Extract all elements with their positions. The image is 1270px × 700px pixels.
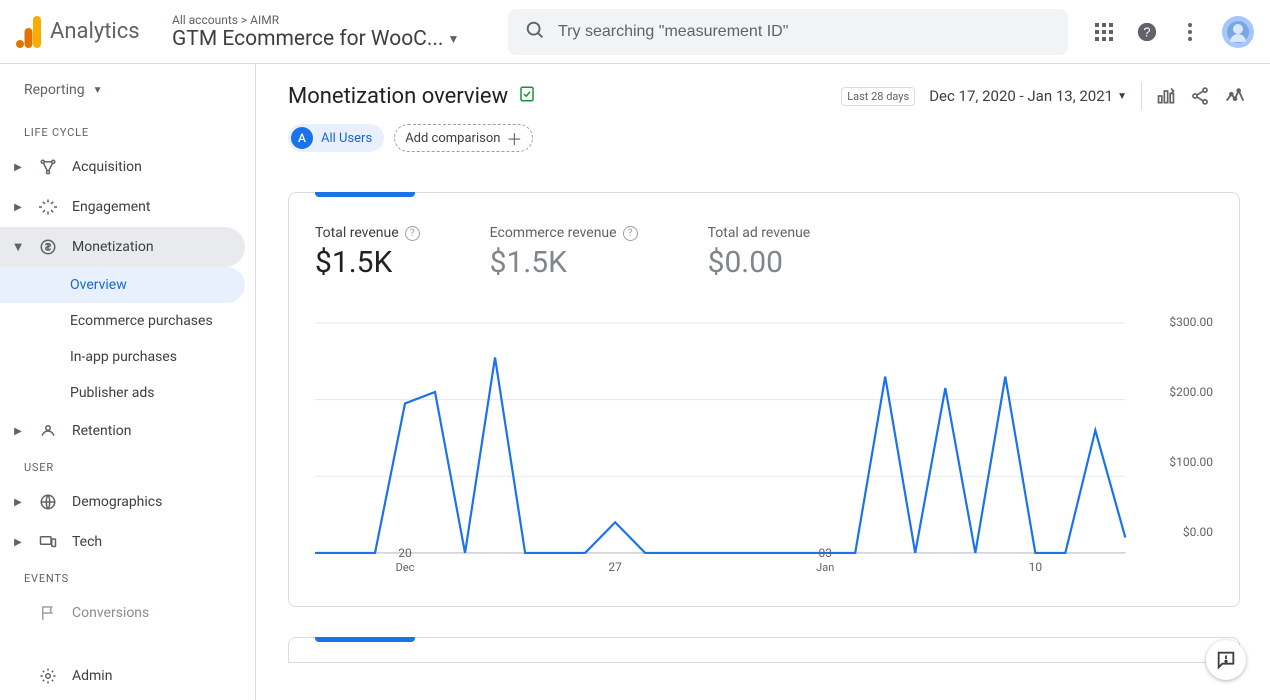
customize-report-icon[interactable] [1156, 86, 1176, 106]
saved-report-icon[interactable] [518, 85, 536, 107]
revenue-chart: $300.00 $200.00 $100.00 $0.00 20Dec 27 03Jan 1… [315, 312, 1213, 572]
plus-icon: ＋ [506, 126, 522, 150]
expand-icon: ▶ [12, 202, 24, 213]
feedback-button[interactable] [1206, 640, 1246, 680]
nav-label: Tech [72, 534, 102, 550]
engagement-icon [38, 198, 58, 216]
help-icon[interactable]: ? [405, 226, 420, 241]
section-label-lifecycle: LIFE CYCLE [0, 116, 255, 147]
expand-icon: ▶ [12, 162, 24, 173]
property-name: GTM Ecommerce for WooC... [172, 27, 443, 51]
y-axis-tick: $0.00 [1183, 525, 1213, 539]
header-actions: ? [1094, 16, 1254, 48]
search-box[interactable] [508, 9, 1068, 55]
expand-icon: ▶ [12, 426, 24, 437]
y-axis-tick: $100.00 [1169, 455, 1213, 469]
globe-icon [38, 493, 58, 511]
sidebar-item-tech[interactable]: ▶ Tech [0, 522, 245, 562]
metric-ecommerce-revenue[interactable]: Ecommerce revenue? $1.5K [490, 225, 638, 280]
sidebar: Reporting ▼ LIFE CYCLE ▶ Acquisition ▶ E… [0, 64, 256, 700]
sidebar-item-retention[interactable]: ▶ Retention [0, 411, 245, 451]
retention-icon [38, 422, 58, 440]
metric-tabs: Total revenue? $1.5K Ecommerce revenue? … [315, 193, 1213, 280]
nav-label: Retention [72, 423, 132, 439]
monetization-icon [38, 238, 58, 256]
nav-label: Monetization [72, 239, 154, 255]
flag-icon [38, 604, 58, 622]
sidebar-item-conversions[interactable]: Conversions [0, 593, 245, 633]
page-title: Monetization overview [288, 84, 508, 109]
search-icon [524, 19, 546, 45]
gear-icon [38, 667, 58, 685]
chip-all-users[interactable]: A All Users [288, 124, 384, 152]
chip-badge: A [291, 127, 313, 149]
expand-icon: ▶ [13, 241, 24, 253]
add-comparison-button[interactable]: Add comparison ＋ [394, 124, 533, 152]
help-icon[interactable]: ? [623, 226, 638, 241]
svg-text:?: ? [1143, 24, 1150, 39]
line-chart-svg [315, 312, 1213, 597]
nav-label: Demographics [72, 494, 162, 510]
apps-icon[interactable] [1094, 22, 1114, 42]
page-header: Monetization overview Last 28 days Dec 1… [256, 64, 1270, 118]
nav-label: Engagement [72, 199, 150, 215]
reporting-selector[interactable]: Reporting ▼ [0, 78, 255, 116]
expand-icon: ▶ [12, 537, 24, 548]
section-label-user: USER [0, 451, 255, 482]
devices-icon [38, 533, 58, 551]
account-avatar[interactable] [1222, 16, 1254, 48]
sidebar-subitem-in-app-purchases[interactable]: In-app purchases [0, 339, 245, 375]
main-content: Monetization overview Last 28 days Dec 1… [256, 64, 1270, 700]
sidebar-subitem-publisher-ads[interactable]: Publisher ads [0, 375, 245, 411]
caret-down-icon: ▼ [93, 85, 103, 96]
x-axis-tick: 03Jan [816, 546, 834, 574]
app-header: Analytics All accounts > AIMR GTM Ecomme… [0, 0, 1270, 64]
caret-down-icon: ▼ [447, 32, 459, 46]
sidebar-item-engagement[interactable]: ▶ Engagement [0, 187, 245, 227]
sidebar-item-admin[interactable]: Admin [0, 656, 245, 696]
sidebar-subitem-overview[interactable]: Overview [0, 267, 245, 303]
caret-down-icon: ▼ [1117, 91, 1127, 102]
date-range-picker[interactable]: Dec 17, 2020 - Jan 13, 2021 ▼ [929, 87, 1127, 105]
x-axis-tick: 10 [1029, 560, 1043, 574]
next-card-peek [288, 637, 1240, 663]
section-label-events: EVENTS [0, 562, 255, 593]
sidebar-item-demographics[interactable]: ▶ Demographics [0, 482, 245, 522]
expand-icon: ▶ [12, 497, 24, 508]
y-axis-tick: $300.00 [1169, 315, 1213, 329]
metric-total-revenue[interactable]: Total revenue? $1.5K [315, 225, 420, 280]
more-vert-icon[interactable] [1180, 22, 1200, 42]
product-name: Analytics [50, 19, 140, 44]
property-selector[interactable]: All accounts > AIMR GTM Ecommerce for Wo… [172, 13, 492, 51]
insights-icon[interactable] [1224, 85, 1246, 107]
nav-label: Conversions [72, 605, 149, 621]
date-range-badge: Last 28 days [841, 87, 915, 106]
nav-label: Acquisition [72, 159, 142, 175]
share-icon[interactable] [1190, 86, 1210, 106]
x-axis-tick: 20Dec [396, 546, 415, 574]
revenue-card: Total revenue? $1.5K Ecommerce revenue? … [288, 192, 1240, 607]
product-logo[interactable]: Analytics [16, 16, 156, 48]
metric-ad-revenue[interactable]: Total ad revenue $0.00 [708, 225, 811, 280]
breadcrumb: All accounts > AIMR [172, 13, 492, 27]
x-axis-tick: 27 [608, 560, 622, 574]
nav-label: Admin [72, 668, 112, 684]
search-input[interactable] [558, 23, 1052, 41]
sidebar-item-acquisition[interactable]: ▶ Acquisition [0, 147, 245, 187]
acquisition-icon [38, 158, 58, 176]
sidebar-item-monetization[interactable]: ▶ Monetization [0, 227, 245, 267]
sidebar-top-label: Reporting [24, 82, 85, 98]
active-tab-indicator [315, 192, 415, 197]
y-axis-tick: $200.00 [1169, 385, 1213, 399]
help-icon[interactable]: ? [1136, 21, 1158, 43]
analytics-logo-icon [16, 16, 42, 48]
comparison-chips: A All Users Add comparison ＋ [256, 118, 1270, 168]
sidebar-subitem-ecommerce-purchases[interactable]: Ecommerce purchases [0, 303, 245, 339]
